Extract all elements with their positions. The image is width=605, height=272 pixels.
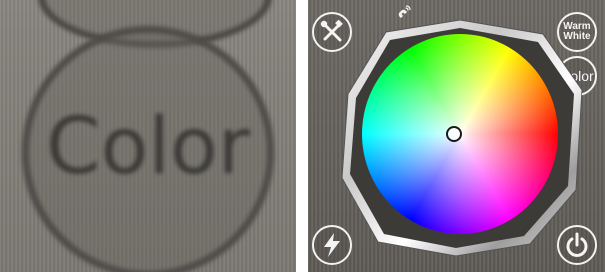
color-picker-cursor[interactable]: [446, 126, 462, 142]
color-wheel-container: [338, 20, 582, 256]
zoomed-color-button-view: Color: [0, 0, 296, 272]
zoomed-color-button: Color: [22, 26, 274, 272]
phone-signal-icon: [398, 5, 411, 18]
light-control-screen: Warm White Color: [308, 0, 605, 272]
lightning-bolt-icon: [324, 233, 340, 257]
power-icon: [566, 232, 588, 257]
flash-mode-button[interactable]: [312, 225, 352, 265]
zoomed-color-label: Color: [46, 102, 250, 192]
power-button[interactable]: [557, 225, 597, 265]
